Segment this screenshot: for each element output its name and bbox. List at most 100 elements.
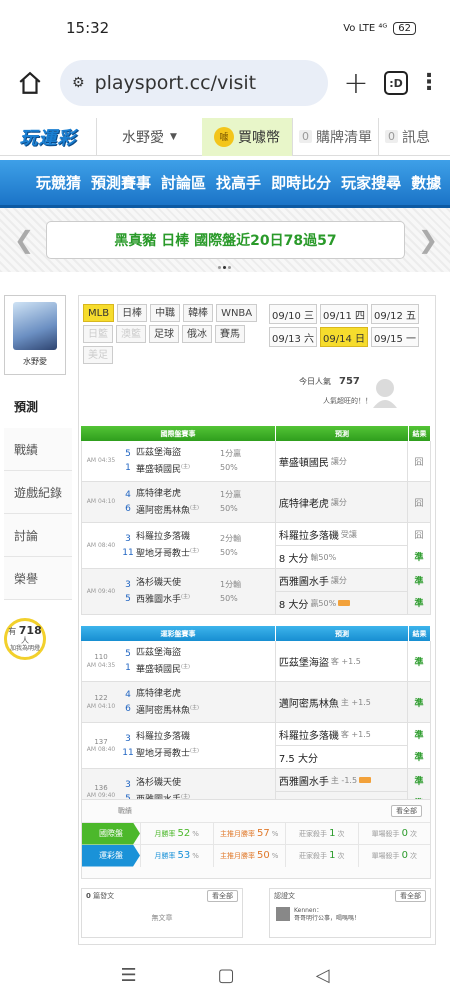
prediction-line[interactable]: 底特律老虎 讓分 bbox=[276, 482, 407, 522]
main-nav: 玩競猜 預測賽事 討論區 找高手 即時比分 玩家搜尋 數據 bbox=[0, 160, 450, 208]
match-scores: 46 bbox=[120, 488, 136, 516]
stats-more-button[interactable]: 看全部 bbox=[391, 805, 422, 817]
score: 4 bbox=[125, 490, 131, 500]
address-bar[interactable]: ⚙ playsport.cc/visit bbox=[60, 60, 328, 106]
stats-label[interactable]: 運彩盤 bbox=[82, 844, 140, 867]
sidebar-item-game-log[interactable]: 遊戲紀錄 bbox=[4, 471, 72, 514]
certified-label: 認證文 bbox=[274, 892, 295, 900]
nav-item[interactable]: 找高手 bbox=[216, 172, 261, 193]
menu-icon[interactable]: ⋮ bbox=[418, 72, 440, 94]
sidebar-item-honor[interactable]: 榮譽 bbox=[4, 557, 72, 600]
league-tab: 日籃 bbox=[83, 325, 113, 343]
away-team: 洛杉磯天使 bbox=[136, 778, 182, 788]
prediction-line[interactable]: 科羅拉多落磯 受讓 bbox=[276, 523, 407, 545]
prediction-line[interactable]: 西雅圖水手 讓分 bbox=[276, 569, 407, 591]
user-dropdown[interactable]: 水野愛 ▼ bbox=[96, 117, 202, 156]
league-tab[interactable]: 俄冰 bbox=[182, 325, 212, 343]
prediction-line[interactable]: 匹茲堡海盜客 +1.5 bbox=[276, 641, 407, 681]
chevron-left-icon[interactable]: ❮ bbox=[14, 226, 34, 254]
date-tab[interactable]: 09/10 三 bbox=[269, 304, 317, 324]
match-number: 122 bbox=[94, 694, 108, 703]
follow-lamp[interactable]: 有 718 人 加我為明燈 bbox=[4, 608, 72, 670]
sidebar-item-predict[interactable]: 預測 bbox=[4, 385, 72, 428]
site-settings-icon[interactable]: ⚙ bbox=[72, 75, 85, 91]
tabs-button[interactable]: :D bbox=[384, 71, 408, 95]
cart-link[interactable]: 0 購牌清單 bbox=[292, 117, 378, 156]
match-cell: AM 04:10 4 6 底特律老虎 邁阿密馬林魚(主) 1分贏 50% bbox=[82, 482, 276, 522]
messages-link[interactable]: 0 訊息 bbox=[378, 117, 436, 156]
home-icon[interactable] bbox=[10, 63, 50, 103]
league-tab[interactable]: 中職 bbox=[150, 304, 181, 322]
posts-more-button[interactable]: 看全部 bbox=[207, 890, 238, 902]
prediction-line[interactable]: 邁阿密馬林魚主 +1.5 bbox=[276, 682, 407, 722]
match-time-text: AM 04:10 bbox=[86, 498, 116, 506]
date-tab[interactable]: 09/15 一 bbox=[371, 327, 419, 347]
stats-cell: 主推月勝率 57% bbox=[212, 822, 286, 845]
score: 3 bbox=[125, 533, 131, 544]
banner-carousel: ❮ 黑真豬 日棒 國際盤近20日78過57 ❯ bbox=[0, 208, 450, 272]
signal-icon: Vo LTE ⁴ᴳ bbox=[343, 22, 388, 34]
status-time: 15:32 bbox=[66, 19, 110, 37]
league-tab[interactable]: 足球 bbox=[149, 325, 179, 343]
match-cell: 110 AM 04:35 5 1 匹茲堡海盜 華盛頓國民(主) bbox=[82, 641, 276, 681]
date-tab[interactable]: 09/14 日 bbox=[320, 327, 368, 347]
nav-item[interactable]: 預測賽事 bbox=[91, 172, 151, 193]
recent-apps-icon[interactable]: ☰ bbox=[121, 965, 137, 986]
prediction-line[interactable]: 西雅圖水手主 -1.5 bbox=[276, 769, 407, 791]
nav-item[interactable]: 討論區 bbox=[161, 172, 206, 193]
home-button-icon[interactable]: ▢ bbox=[218, 965, 235, 986]
chevron-right-icon[interactable]: ❯ bbox=[418, 226, 438, 254]
comment-item[interactable]: Kennen： 哥哥明行公事，喝嗎嗎！ bbox=[270, 903, 430, 928]
date-tab[interactable]: 09/11 四 bbox=[320, 304, 368, 324]
table-row: AM 09:40 3 5 洛杉磯天使 西雅圖水手(主) 1分輸 50% 西雅圖水手 讓分 8 大分… bbox=[81, 569, 431, 615]
messages-label: 訊息 bbox=[402, 129, 430, 146]
sidebar-item-discuss[interactable]: 討論 bbox=[4, 514, 72, 557]
nav-item[interactable]: 玩競猜 bbox=[36, 172, 81, 193]
match-time: 110 AM 04:35 bbox=[82, 653, 120, 669]
buy-coins-button[interactable]: 噱 買噱幣 bbox=[202, 117, 292, 156]
nav-item[interactable]: 玩家搜尋 bbox=[341, 172, 401, 193]
buy-coins-label: 買噱幣 bbox=[238, 129, 280, 146]
league-tab[interactable]: 賽馬 bbox=[215, 325, 245, 343]
score: 5 bbox=[125, 593, 131, 604]
stats-title: 戰績 bbox=[118, 807, 132, 815]
league-tab[interactable]: 日棒 bbox=[117, 304, 148, 322]
new-tab-icon[interactable]: + bbox=[338, 66, 374, 101]
prediction-line[interactable]: 7.5 大分 bbox=[275, 745, 408, 768]
prediction-line[interactable]: 8 大分 贏50% bbox=[275, 591, 408, 614]
prediction-line[interactable]: 科羅拉多落磯客 +1.5 bbox=[276, 723, 407, 745]
league-tab[interactable]: 韓棒 bbox=[183, 304, 214, 322]
intl-table: 國際盤賽事 預測 結果 AM 04:35 5 1 匹茲堡海盜 華盛頓國民(主) 1分贏 50% 華… bbox=[81, 426, 431, 615]
handicap-line: 1分贏 50% bbox=[220, 449, 242, 472]
match-cell: 122 AM 04:10 4 6 底特律老虎 邁阿密馬林魚(主) bbox=[82, 682, 276, 722]
league-tab: 美足 bbox=[83, 346, 113, 364]
home-team: 聖地牙哥教士(主) bbox=[136, 748, 199, 759]
table-row: AM 04:10 4 6 底特律老虎 邁阿密馬林魚(主) 1分贏 50% 底特律老虎 讓分囧 bbox=[81, 482, 431, 523]
match-time: AM 09:40 bbox=[82, 588, 120, 595]
avatar-image bbox=[13, 302, 57, 350]
prediction-line[interactable]: 華盛頓國民 讓分 bbox=[276, 441, 407, 481]
sidebar-item-record[interactable]: 戰績 bbox=[4, 428, 72, 471]
stats-label[interactable]: 國際盤 bbox=[82, 822, 140, 845]
site-header: 玩運彩 水野愛 ▼ 噱 買噱幣 0 購牌清單 0 訊息 bbox=[0, 117, 450, 156]
date-tab[interactable]: 09/12 五 bbox=[371, 304, 419, 324]
prediction-line[interactable]: 8 大分 輸50% bbox=[275, 545, 408, 568]
match-scores: 3 11 bbox=[120, 532, 136, 560]
nav-item[interactable]: 數據 bbox=[411, 172, 441, 193]
score: 11 bbox=[122, 747, 134, 758]
messages-count: 0 bbox=[385, 130, 398, 143]
nav-item[interactable]: 即時比分 bbox=[271, 172, 331, 193]
certified-more-button[interactable]: 看全部 bbox=[395, 890, 426, 902]
league-tab[interactable]: WNBA bbox=[216, 304, 258, 322]
site-logo[interactable]: 玩運彩 bbox=[0, 118, 96, 156]
match-cell: 137 AM 08:40 3 11 科羅拉多落磯 聖地牙哥教士(主) bbox=[82, 723, 276, 768]
league-tab[interactable]: MLB bbox=[83, 304, 115, 322]
back-icon[interactable]: ◁ bbox=[316, 965, 330, 986]
avatar[interactable]: 水野愛 bbox=[4, 295, 66, 375]
match-teams: 底特律老虎 邁阿密馬林魚(主) bbox=[136, 687, 220, 718]
result-mark: 囧 bbox=[414, 498, 424, 509]
match-scores: 35 bbox=[120, 578, 136, 606]
date-tab[interactable]: 09/13 六 bbox=[269, 327, 317, 347]
banner-link[interactable]: 黑真豬 日棒 國際盤近20日78過57 bbox=[46, 221, 405, 259]
result-mark: 囧 bbox=[414, 457, 424, 468]
